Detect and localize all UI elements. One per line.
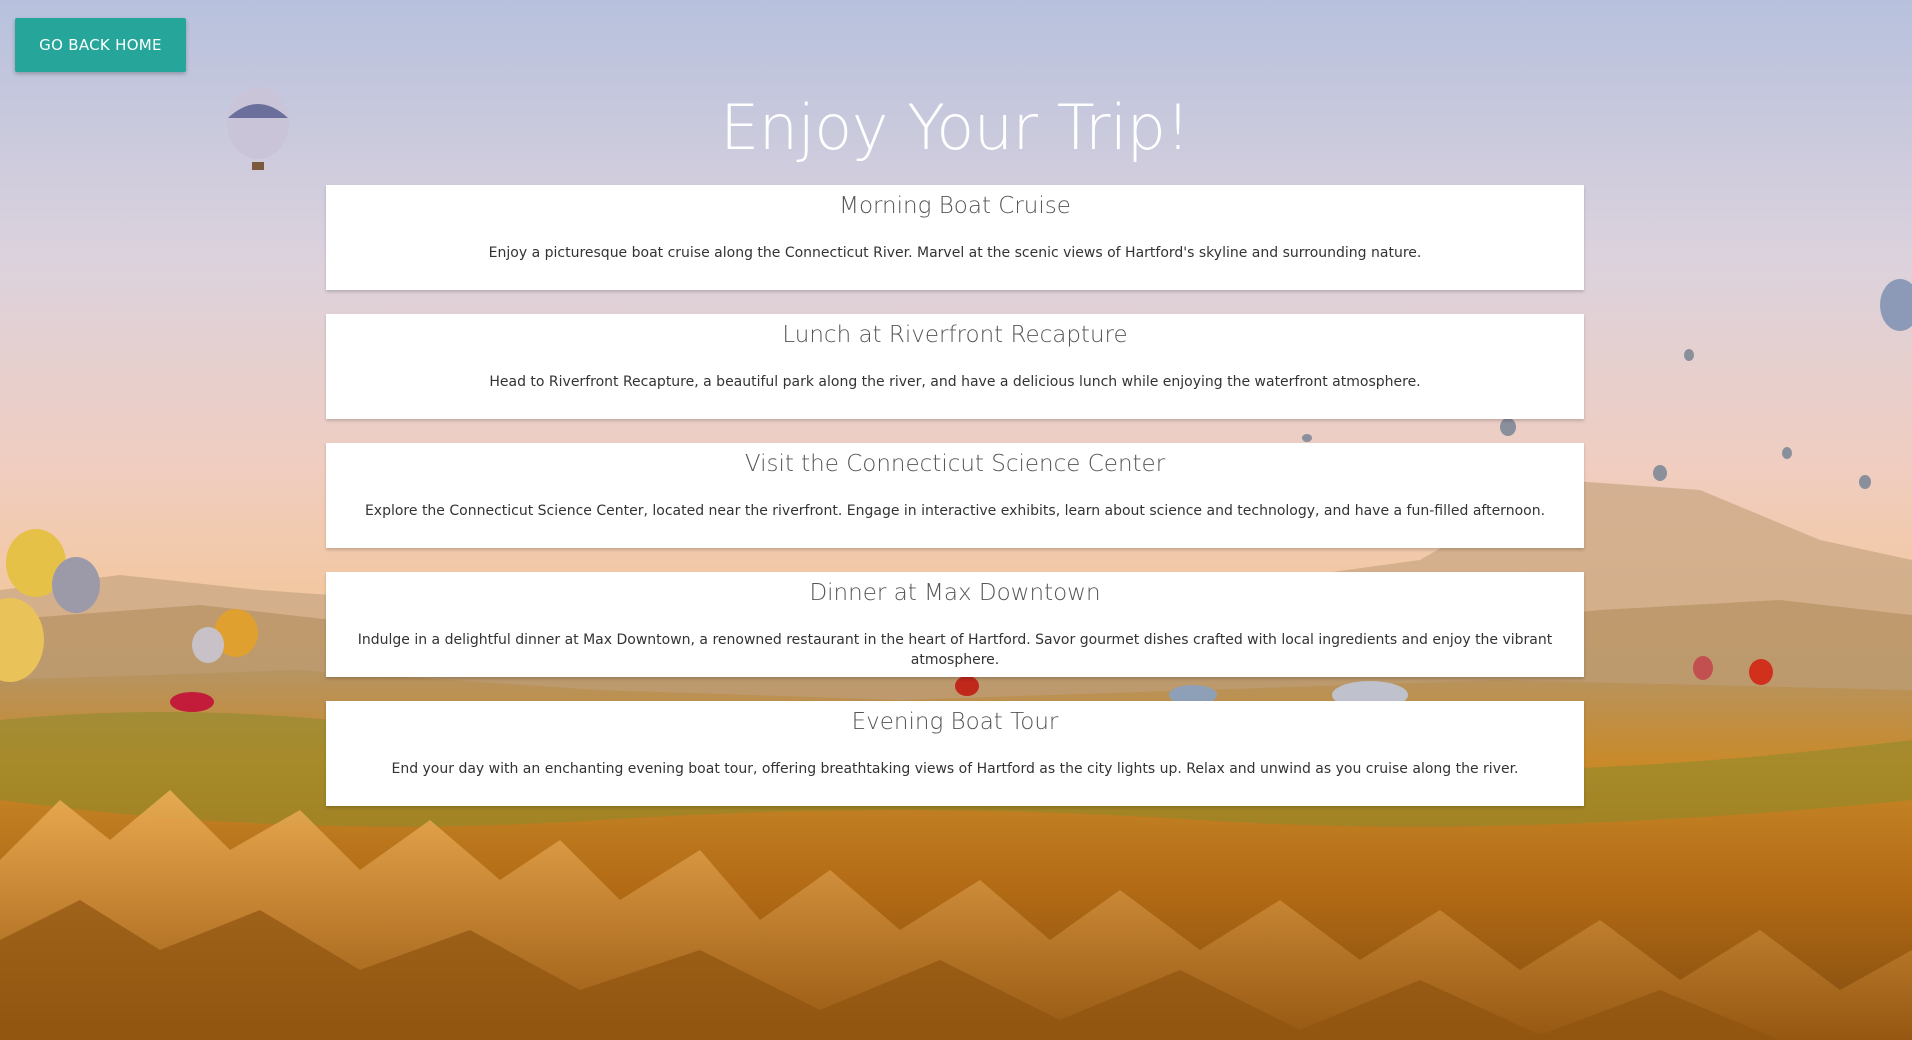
activity-card-dinner-max-downtown: Dinner at Max Downtown Indulge in a deli… xyxy=(326,572,1584,677)
page-title: Enjoy Your Trip! xyxy=(720,91,1190,164)
activity-description: Explore the Connecticut Science Center, … xyxy=(364,503,1546,519)
activity-card-evening-boat-tour: Evening Boat Tour End your day with an e… xyxy=(326,701,1584,806)
activity-card-science-center: Visit the Connecticut Science Center Exp… xyxy=(326,443,1584,548)
activity-title: Visit the Connecticut Science Center xyxy=(744,451,1166,477)
activity-title: Evening Boat Tour xyxy=(851,709,1059,735)
activity-title: Dinner at Max Downtown xyxy=(809,580,1101,606)
activity-description: Enjoy a picturesque boat cruise along th… xyxy=(488,245,1422,261)
activity-title: Morning Boat Cruise xyxy=(839,193,1071,219)
activity-card-morning-boat-cruise: Morning Boat Cruise Enjoy a picturesque … xyxy=(326,185,1584,290)
go-back-home-button[interactable]: GO BACK HOME xyxy=(15,18,186,72)
activity-description: Indulge in a delightful dinner at Max Do… xyxy=(357,632,1553,668)
activity-card-lunch-riverfront: Lunch at Riverfront Recapture Head to Ri… xyxy=(326,314,1584,419)
activity-description: End your day with an enchanting evening … xyxy=(391,761,1519,777)
activity-title: Lunch at Riverfront Recapture xyxy=(782,322,1128,348)
activity-list: Morning Boat Cruise Enjoy a picturesque … xyxy=(326,185,1584,830)
activity-description: Head to Riverfront Recapture, a beautifu… xyxy=(489,374,1421,390)
